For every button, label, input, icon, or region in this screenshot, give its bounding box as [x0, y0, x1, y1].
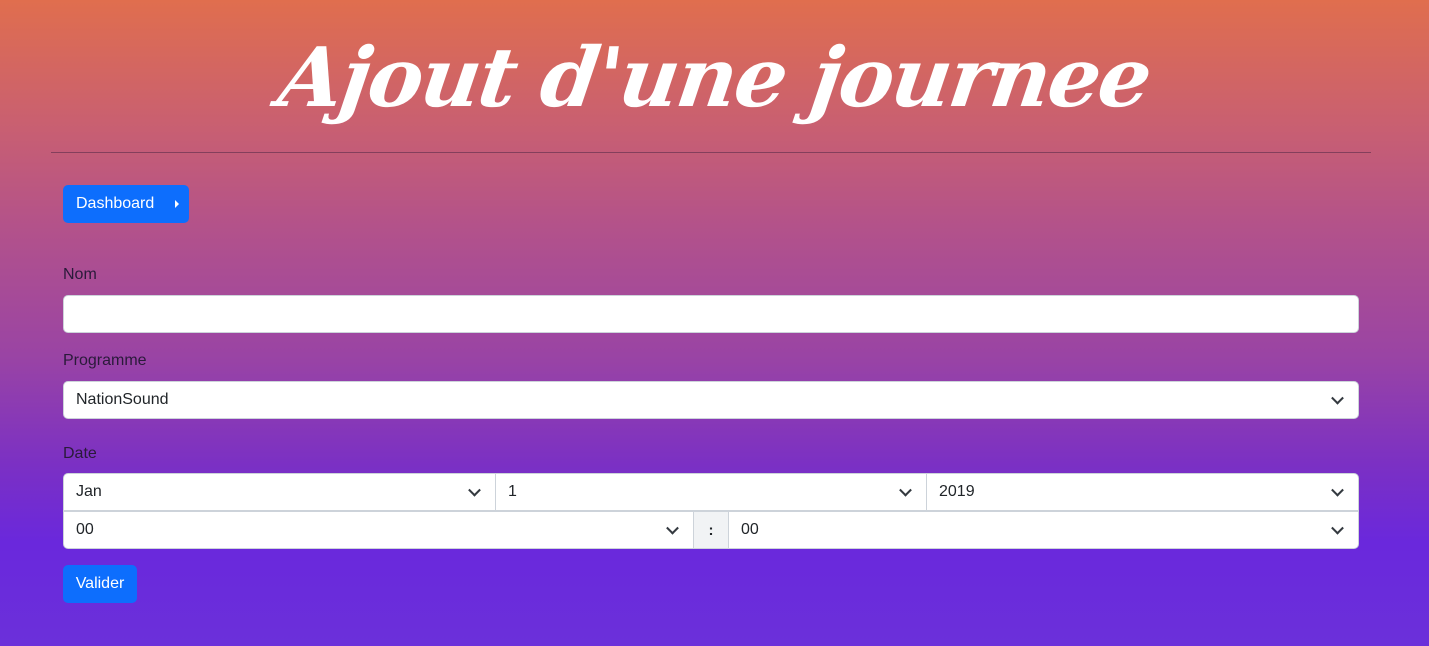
hour-select-value: 00 — [76, 521, 94, 538]
chevron-down-icon — [899, 483, 912, 497]
chevron-down-icon — [1331, 391, 1344, 405]
month-select[interactable]: Jan — [63, 473, 496, 511]
day-select[interactable]: 1 — [495, 473, 927, 511]
minute-select-value: 00 — [741, 521, 759, 538]
month-select-value: Jan — [76, 483, 102, 500]
time-separator: : — [693, 511, 729, 549]
date-label: Date — [63, 445, 97, 462]
caret-right-icon — [175, 200, 179, 208]
nom-input[interactable] — [63, 295, 1359, 333]
chevron-down-icon — [666, 521, 679, 535]
year-select[interactable]: 2019 — [926, 473, 1359, 511]
submit-button[interactable]: Valider — [63, 565, 137, 603]
day-select-value: 1 — [508, 483, 517, 500]
chevron-down-icon — [1331, 483, 1344, 497]
page-title: Ajout d'une journee — [272, 30, 1157, 126]
year-select-value: 2019 — [939, 483, 975, 500]
nom-label: Nom — [63, 266, 97, 283]
minute-select[interactable]: 00 — [728, 511, 1359, 549]
dashboard-button-label: Dashboard — [76, 195, 155, 212]
programme-select-value: NationSound — [76, 391, 169, 408]
dashboard-button[interactable]: Dashboard — [63, 185, 189, 223]
programme-label: Programme — [63, 352, 147, 369]
chevron-down-icon — [1331, 521, 1344, 535]
chevron-down-icon — [468, 483, 481, 497]
hour-select[interactable]: 00 — [63, 511, 694, 549]
programme-select[interactable]: NationSound — [63, 381, 1359, 419]
title-divider — [51, 152, 1371, 153]
